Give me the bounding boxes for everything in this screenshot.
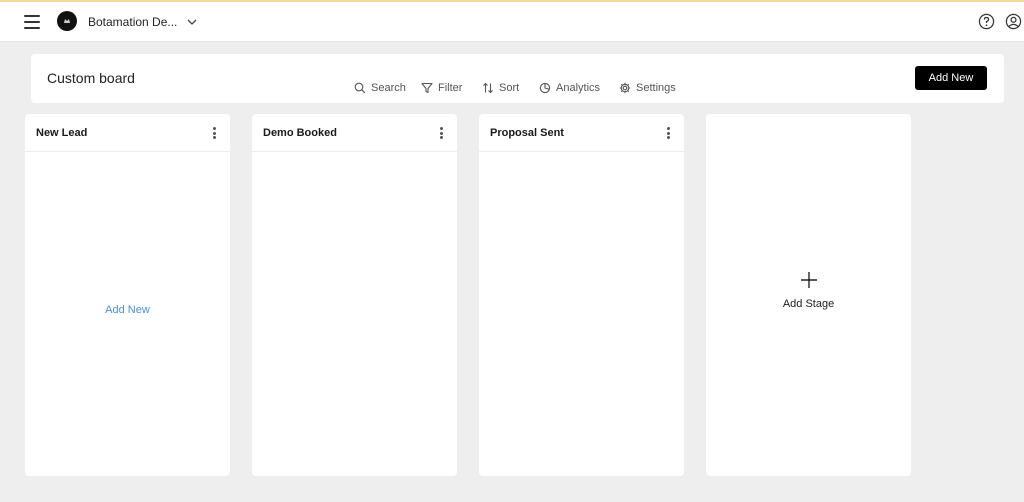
help-icon[interactable]	[978, 13, 995, 30]
add-new-button[interactable]: Add New	[915, 66, 987, 90]
analytics-button[interactable]: Analytics	[539, 82, 600, 94]
board-title: Custom board	[47, 70, 135, 86]
add-stage-card[interactable]: Add Stage	[706, 114, 911, 476]
more-options-icon[interactable]	[667, 127, 671, 139]
more-options-icon[interactable]	[213, 127, 217, 139]
plus-icon	[801, 272, 817, 288]
search-button[interactable]: Search	[354, 82, 406, 94]
search-icon	[354, 82, 366, 94]
column-header: Proposal Sent	[479, 114, 684, 152]
column-title: New Lead	[36, 127, 88, 139]
stage-column-new-lead: New Lead Add New	[25, 114, 230, 476]
workspace-name[interactable]: Botamation De...	[88, 15, 177, 29]
stage-column-proposal-sent: Proposal Sent	[479, 114, 684, 476]
sort-icon	[483, 82, 493, 94]
sort-button[interactable]: Sort	[482, 82, 519, 94]
column-header: Demo Booked	[252, 114, 457, 152]
sort-label: Sort	[499, 82, 520, 94]
column-title: Demo Booked	[263, 127, 337, 139]
filter-icon	[421, 82, 433, 94]
column-header: New Lead	[25, 114, 230, 152]
account-icon[interactable]	[1005, 13, 1022, 30]
filter-label: Filter	[438, 82, 463, 94]
stage-column-demo-booked: Demo Booked	[252, 114, 457, 476]
pie-chart-icon	[539, 82, 551, 94]
filter-button[interactable]: Filter	[421, 82, 462, 94]
board-header: Custom board Search Filter Sort Analytic…	[31, 54, 1004, 103]
gear-icon	[619, 82, 631, 94]
chevron-down-icon[interactable]	[187, 18, 197, 26]
menu-icon[interactable]	[24, 15, 40, 29]
top-bar: Botamation De...	[0, 0, 1024, 42]
search-label: Search	[371, 82, 406, 94]
workspace-logo[interactable]	[57, 11, 77, 31]
add-stage-label: Add Stage	[782, 298, 835, 310]
settings-button[interactable]: Settings	[619, 82, 676, 94]
settings-label: Settings	[636, 82, 676, 94]
analytics-label: Analytics	[556, 82, 601, 94]
add-new-link[interactable]: Add New	[25, 304, 230, 316]
more-options-icon[interactable]	[440, 127, 444, 139]
column-title: Proposal Sent	[490, 127, 564, 139]
